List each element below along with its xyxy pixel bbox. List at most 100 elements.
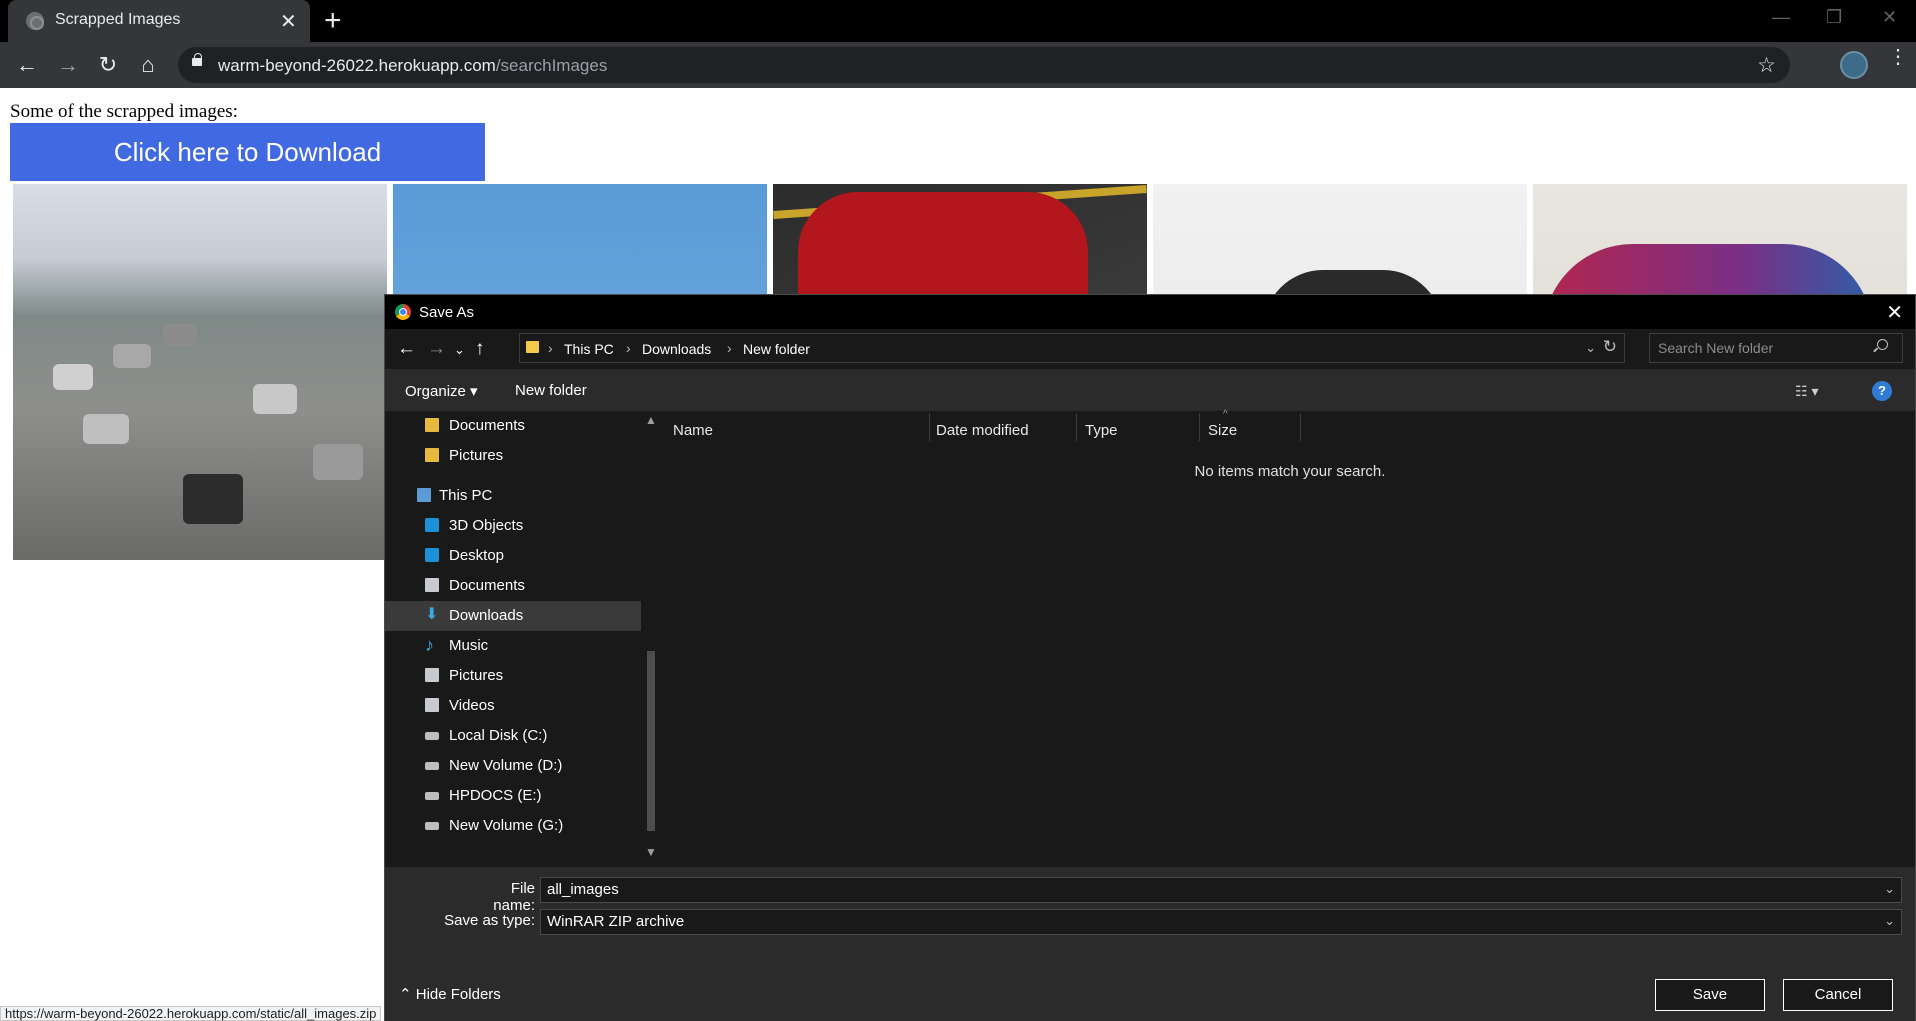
forward-arrow-icon[interactable]: →	[427, 338, 446, 360]
file-name-value: all_images	[547, 881, 619, 898]
url-path: /searchImages	[495, 56, 608, 75]
up-arrow-icon[interactable]: ↑	[475, 338, 485, 360]
nav-item-music[interactable]: ♪ Music	[385, 631, 641, 661]
recent-locations-icon[interactable]: ⌄	[454, 342, 465, 358]
folder-icon	[526, 341, 539, 353]
nav-item-pictures-quick[interactable]: Pictures	[385, 441, 641, 471]
more-menu-icon[interactable]: ⋮	[1888, 47, 1908, 67]
browser-tab[interactable]: Scrapped Images ✕	[8, 0, 310, 42]
documents-icon	[425, 578, 439, 592]
drive-icon	[425, 762, 439, 770]
search-icon	[1877, 339, 1888, 350]
tab-strip: Scrapped Images ✕ + — ❐ ✕	[0, 0, 1916, 42]
organize-button[interactable]: Organize ▾	[405, 382, 478, 400]
view-options-icon[interactable]: ☷ ▾	[1795, 383, 1818, 400]
nav-item-label: Videos	[449, 697, 495, 714]
nav-scrollbar[interactable]: ▲ ▼	[643, 413, 659, 863]
scroll-down-icon[interactable]: ▼	[645, 845, 657, 859]
nav-item-desktop[interactable]: Desktop	[385, 541, 641, 571]
new-tab-button[interactable]: +	[324, 4, 342, 38]
url-text[interactable]: warm-beyond-26022.herokuapp.com/searchIm…	[218, 56, 607, 76]
nav-item-videos[interactable]: Videos	[385, 691, 641, 721]
save-as-type-label: Save as type:	[444, 912, 535, 929]
close-window-icon[interactable]: ✕	[1882, 7, 1897, 28]
file-list: ^ Name Date modified Type Size No items …	[665, 409, 1915, 863]
nav-item-documents[interactable]: Documents	[385, 571, 641, 601]
nav-item-hpdocs-e[interactable]: HPDOCS (E:)	[385, 781, 641, 811]
search-input[interactable]	[1649, 333, 1903, 363]
close-tab-icon[interactable]: ✕	[280, 9, 297, 34]
empty-message: No items match your search.	[1194, 463, 1386, 480]
restore-icon[interactable]: ❐	[1826, 7, 1842, 28]
nav-item-3d-objects[interactable]: 3D Objects	[385, 511, 641, 541]
drive-icon	[425, 792, 439, 800]
lock-icon	[192, 53, 202, 66]
nav-item-label: Music	[449, 637, 489, 654]
reload-button[interactable]: ↻	[93, 50, 123, 80]
save-as-type-select[interactable]: WinRAR ZIP archive ⌄	[540, 909, 1902, 935]
refresh-icon[interactable]: ↻	[1603, 337, 1617, 357]
address-bar[interactable]: warm-beyond-26022.herokuapp.com/searchIm…	[178, 47, 1790, 83]
nav-item-label: Documents	[449, 577, 525, 594]
download-button[interactable]: Click here to Download	[10, 123, 485, 181]
breadcrumb-separator-icon: ›	[626, 340, 631, 356]
breadcrumb-this-pc[interactable]: This PC	[564, 341, 614, 357]
nav-item-label: HPDOCS (E:)	[449, 787, 542, 804]
chevron-down-icon[interactable]: ⌄	[1884, 913, 1895, 929]
help-icon[interactable]: ?	[1872, 381, 1892, 401]
file-name-field[interactable]: all_images ⌄	[540, 877, 1902, 903]
hide-folders-button[interactable]: ⌃ Hide Folders	[399, 985, 501, 1003]
bookmark-star-icon[interactable]: ☆	[1757, 53, 1776, 78]
column-header-name[interactable]: Name	[665, 413, 930, 441]
back-arrow-icon[interactable]: ←	[397, 338, 416, 360]
folder-icon	[425, 448, 439, 462]
pictures-icon	[425, 668, 439, 682]
nav-item-new-volume-g[interactable]: New Volume (G:)	[385, 811, 641, 841]
nav-item-label: This PC	[439, 487, 493, 504]
nav-item-label: Pictures	[449, 667, 504, 684]
cancel-button[interactable]: Cancel	[1783, 979, 1893, 1011]
nav-item-downloads[interactable]: ⬇ Downloads	[385, 601, 641, 631]
scroll-up-icon[interactable]: ▲	[645, 413, 657, 427]
folder-icon	[425, 418, 439, 432]
home-button[interactable]: ⌂	[133, 50, 163, 80]
chrome-icon	[395, 304, 411, 320]
breadcrumb[interactable]: › This PC › Downloads › New folder ⌄ ↻	[519, 333, 1625, 363]
save-button[interactable]: Save	[1655, 979, 1765, 1011]
tab-title: Scrapped Images	[55, 11, 181, 28]
profile-avatar[interactable]	[1840, 51, 1868, 79]
chevron-down-icon[interactable]: ⌄	[1585, 340, 1596, 356]
column-header-type[interactable]: Type	[1077, 413, 1200, 441]
breadcrumb-new-folder[interactable]: New folder	[743, 341, 810, 357]
back-button[interactable]: ←	[12, 50, 42, 80]
forward-button[interactable]: →	[53, 50, 83, 80]
nav-item-documents-quick[interactable]: Documents	[385, 411, 641, 441]
new-folder-button[interactable]: New folder	[515, 382, 587, 399]
column-header-date-modified[interactable]: Date modified	[928, 413, 1077, 441]
nav-item-new-volume-d[interactable]: New Volume (D:)	[385, 751, 641, 781]
chevron-down-icon[interactable]: ⌄	[1884, 881, 1895, 897]
hide-folders-label: Hide Folders	[415, 986, 501, 1003]
dialog-footer: File name: all_images ⌄ Save as type: Wi…	[385, 867, 1915, 1021]
breadcrumb-downloads[interactable]: Downloads	[642, 341, 711, 357]
browser-toolbar: ← → ↻ ⌂ warm-beyond-26022.herokuapp.com/…	[0, 42, 1916, 88]
nav-item-local-disk-c[interactable]: Local Disk (C:)	[385, 721, 641, 751]
nav-item-label: Local Disk (C:)	[449, 727, 548, 744]
minimize-icon[interactable]: —	[1772, 7, 1790, 28]
nav-item-this-pc[interactable]: This PC	[385, 481, 641, 511]
breadcrumb-separator-icon: ›	[727, 340, 732, 356]
scraped-image-traffic	[13, 184, 387, 560]
scrollbar-thumb[interactable]	[647, 651, 655, 831]
chevron-up-icon: ⌃	[399, 986, 412, 1003]
dialog-close-icon[interactable]: ✕	[1886, 300, 1903, 325]
nav-item-pictures[interactable]: Pictures	[385, 661, 641, 691]
videos-icon	[425, 698, 439, 712]
cube-icon	[425, 518, 439, 532]
dialog-address-row: ← → ⌄ ↑ › This PC › Downloads › New fold…	[385, 329, 1915, 369]
nav-item-label: New Volume (D:)	[449, 757, 563, 774]
globe-icon	[26, 12, 44, 30]
column-header-size[interactable]: Size	[1200, 413, 1301, 441]
intro-text: Some of the scrapped images:	[10, 101, 238, 122]
save-as-type-value: WinRAR ZIP archive	[547, 913, 685, 930]
nav-item-label: New Volume (G:)	[449, 817, 564, 834]
